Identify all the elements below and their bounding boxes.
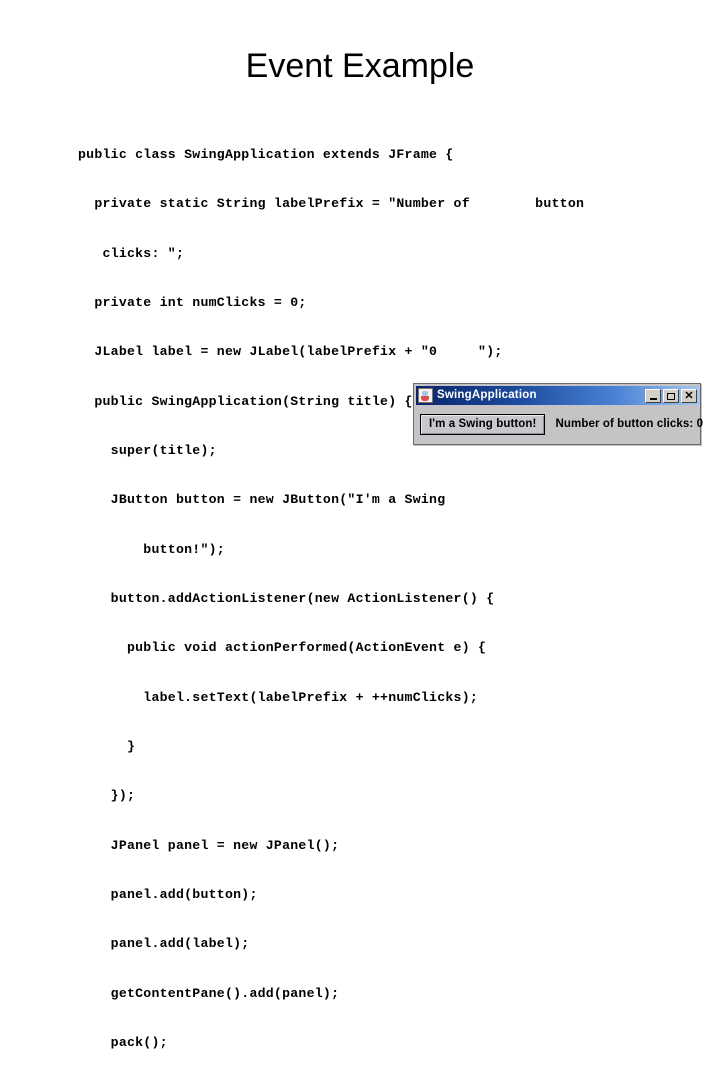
code-line: button.addActionListener(new ActionListe… xyxy=(78,591,495,606)
code-line: JLabel label = new JLabel(labelPrefix + … xyxy=(78,344,503,360)
window-title: SwingApplication xyxy=(437,389,537,401)
maximize-icon xyxy=(667,392,675,400)
slide-canvas: Event Example public class SwingApplicat… xyxy=(0,0,720,1050)
code-line: label.setText(labelPrefix + ++numClicks)… xyxy=(78,689,479,705)
code-line: panel.add(button); xyxy=(78,887,258,903)
close-button[interactable]: ✕ xyxy=(681,389,697,403)
minimize-button[interactable] xyxy=(645,389,661,403)
window-controls: ✕ xyxy=(645,389,697,403)
close-icon: ✕ xyxy=(684,389,694,402)
code-line: } xyxy=(78,739,136,755)
code-line: JButton button = new JButton("I'm a Swin… xyxy=(78,492,446,508)
maximize-button[interactable] xyxy=(663,389,679,403)
swing-application-window: SwingApplication ✕ I'm a Swing button! N… xyxy=(413,383,704,445)
code-block: public class SwingApplication extends JF… xyxy=(78,114,678,1080)
click-count-label: Number of button clicks: 0 xyxy=(555,418,704,430)
window-content-pane: I'm a Swing button! Number of button cli… xyxy=(416,406,704,442)
code-line: panel.add(label); xyxy=(78,936,250,952)
window-titlebar[interactable]: SwingApplication ✕ xyxy=(416,386,700,405)
code-line: JPanel panel = new JPanel(); xyxy=(78,837,340,853)
swing-demo-button[interactable]: I'm a Swing button! xyxy=(420,413,546,435)
code-line: private static String labelPrefix = "Num… xyxy=(78,196,585,212)
minimize-icon xyxy=(649,398,657,400)
code-line: public class SwingApplication extends JF… xyxy=(78,146,454,162)
code-line: public void actionPerformed(ActionEvent … xyxy=(78,640,487,656)
code-line: clicks: "; xyxy=(78,245,185,261)
code-line: pack(); xyxy=(78,1035,168,1051)
code-line: private int numClicks = 0; xyxy=(78,294,307,310)
page-title: Event Example xyxy=(245,47,475,85)
code-line: button!"); xyxy=(78,541,225,557)
code-line: getContentPane().add(panel); xyxy=(78,985,340,1001)
code-line: super(title); xyxy=(78,442,217,458)
code-line: }); xyxy=(78,788,136,804)
java-coffee-cup-icon xyxy=(418,388,433,403)
